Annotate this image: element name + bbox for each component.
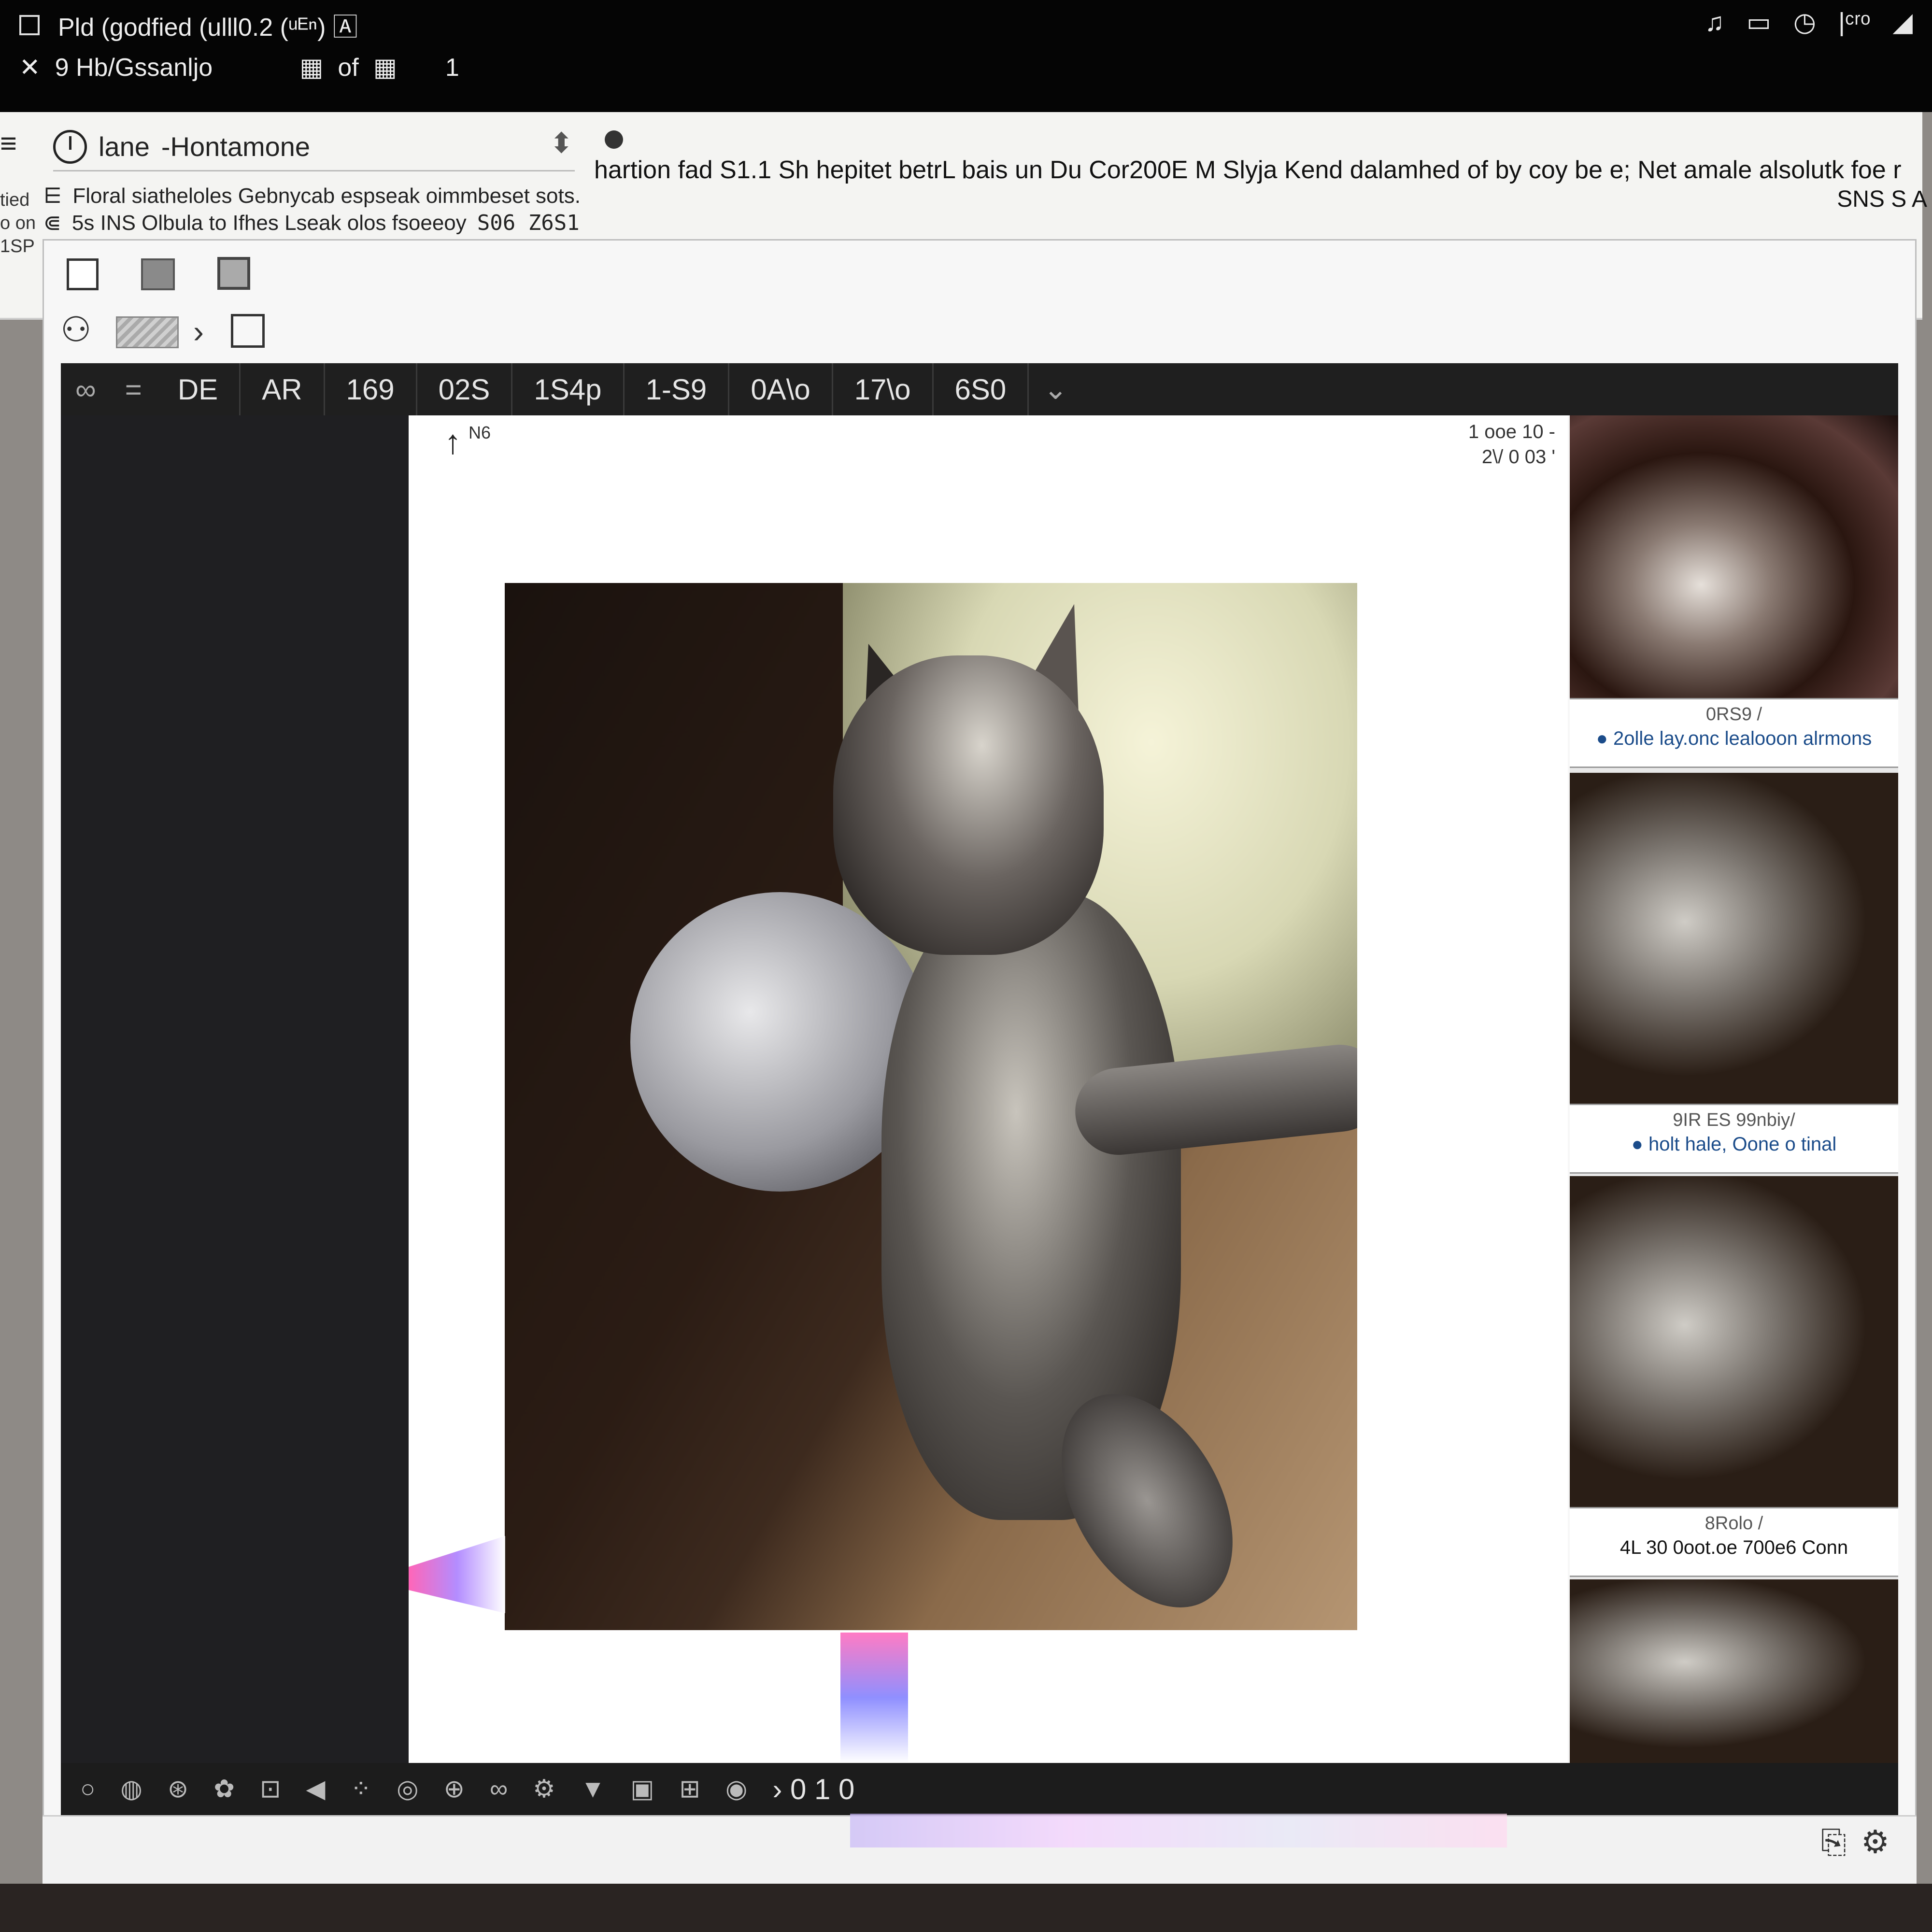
system-top-bar: Pld (godfied (ulll0.2 (ᵘᴱⁿ) 🄰 ✕ 9 Hb/Gss… (0, 0, 1932, 112)
info-icon-2: ⋐ (43, 211, 61, 235)
triangle-down-icon[interactable]: ▼ (581, 1775, 605, 1804)
frame-counter: › 0 1 0 (772, 1773, 855, 1805)
select-tool-icon[interactable] (231, 314, 265, 348)
tab-17lo[interactable]: 17\o (833, 363, 934, 415)
triangle-left-icon[interactable]: ◀ (306, 1775, 326, 1804)
page-indicator: of (338, 54, 359, 82)
bottom-toolbar: ○ ◍ ⊛ ✿ ⊡ ◀ ⁘ ◎ ⊕ ∞ ⚙ ▼ ▣ ⊞ ◉ › 0 1 0 (61, 1763, 1898, 1815)
loop-icon[interactable]: ∞ (490, 1775, 508, 1804)
headline-text: hartion fad S1.1 Sh hepitet betrL bais u… (594, 156, 1902, 184)
status-dot-icon (605, 130, 623, 149)
share-icon[interactable]: ⎘ (1821, 1823, 1847, 1861)
chevron-right-icon[interactable]: › (193, 313, 204, 350)
nodes-icon[interactable]: ⚇ (60, 309, 92, 350)
thumbnail-item[interactable] (1570, 1579, 1898, 1763)
headset-icon[interactable]: ♫ (1705, 7, 1724, 37)
record-icon[interactable]: ◉ (725, 1775, 747, 1804)
window-title: Pld (godfied (ulll0.2 (ᵘᴱⁿ) 🄰 (58, 14, 358, 42)
thumbnail-caption: 9IR ES 99nbiy/ ● holt hale, Oone o tinal (1570, 1104, 1898, 1174)
info-icon: ⋿ (43, 184, 62, 208)
glitch-artifact-2 (840, 1633, 908, 1763)
scroll-toggle-icon[interactable]: ⬍ (550, 127, 573, 159)
headline-tail: SNS S A (1837, 186, 1927, 212)
tab-169[interactable]: 169 (325, 363, 417, 415)
corner-icons: ⎘ ⚙ (1821, 1823, 1889, 1861)
tab-02s[interactable]: 02S (417, 363, 513, 415)
item-count: 1 (445, 54, 459, 82)
globe-icon[interactable]: ◍ (120, 1775, 142, 1804)
signal-icon[interactable]: ◢ (1892, 7, 1913, 37)
desktop-backdrop (0, 1884, 1932, 1932)
wifi-icon[interactable]: |ᶜʳᵒ (1838, 7, 1870, 37)
tab-de[interactable]: DE (156, 363, 241, 415)
grid-dots-icon[interactable]: ⁘ (351, 1775, 372, 1804)
main-photo[interactable] (505, 583, 1357, 1630)
thumbnail-image (1570, 1176, 1898, 1507)
folder-path: 9 Hb/Gssanljo (55, 54, 213, 82)
tab-strip: ∞ = DE AR 169 02S 1S4p 1-S9 0A\o 17\o 6S… (61, 363, 1898, 415)
list-icon[interactable]: = (111, 373, 156, 406)
frame-icon[interactable]: ⊞ (679, 1775, 700, 1804)
location-bar[interactable]: lane -Hontamone (53, 123, 575, 171)
location-label: lane (99, 131, 150, 162)
glitch-artifact-3 (850, 1814, 1507, 1847)
circle-icon[interactable]: ○ (80, 1775, 95, 1804)
location-value: -Hontamone (161, 131, 311, 162)
rect-tool-icon[interactable] (67, 258, 99, 290)
spiral-icon[interactable]: ⊛ (168, 1775, 189, 1804)
tab-1s4p[interactable]: 1S4p (512, 363, 625, 415)
canvas-arrow-label: N6 (469, 423, 491, 442)
thumbnail-item[interactable]: 0RS9 / ● 2olle lay.onc lealooon alrmons (1570, 415, 1898, 768)
window-menu-icon[interactable] (19, 14, 40, 35)
system-tray: ♫ ▭ ◷ |ᶜʳᵒ ◢ (1705, 7, 1913, 37)
info-value: S06 Z6S1 (477, 211, 580, 235)
chevron-down-icon[interactable]: ⌄ (1029, 372, 1082, 406)
link-icon[interactable]: ∞ (61, 373, 111, 406)
thumbnail-image (1570, 415, 1898, 698)
canvas-meta: 1 ooe 10 - 2\/ 0 03 ' (1468, 421, 1555, 468)
thumbnail-item[interactable]: 9IR ES 99nbiy/ ● holt hale, Oone o tinal (1570, 773, 1898, 1174)
thumbnail-image (1570, 1579, 1898, 1763)
tab-6s0[interactable]: 6S0 (934, 363, 1029, 415)
cat-statue-head (833, 655, 1104, 955)
info-lines: ⋿ Floral siatheloles Gebnycab espseak oim… (43, 183, 681, 237)
thumbnail-caption: 0RS9 / ● 2olle lay.onc lealooon alrmons (1570, 698, 1898, 768)
info-line-1: Floral siatheloles Gebnycab espseak oimm… (72, 184, 581, 208)
clock-icon[interactable]: ◷ (1793, 7, 1816, 37)
menu-icon[interactable]: ≡ (0, 127, 17, 160)
thumbnail-image (1570, 773, 1898, 1104)
fill-tool-icon[interactable] (141, 258, 175, 290)
battery-icon[interactable]: ▭ (1747, 7, 1771, 37)
history-icon[interactable] (53, 129, 87, 164)
tab-ar[interactable]: AR (241, 363, 325, 415)
thumbnail-strip: 0RS9 / ● 2olle lay.onc lealooon alrmons … (1570, 415, 1898, 1763)
thumbnail-caption: 8Rolo / 4L 30 0oot.oe 700e6 Conn (1570, 1507, 1898, 1577)
side-clip-text: tied o on 1SP (0, 190, 36, 256)
opacity-slider[interactable] (116, 316, 179, 348)
thumbnail-item[interactable]: 8Rolo / 4L 30 0oot.oe 700e6 Conn (1570, 1176, 1898, 1577)
lock-icon[interactable]: ⊡ (260, 1775, 281, 1804)
layers-panel (61, 415, 409, 1763)
settings-gear-icon[interactable]: ⚙ (1861, 1823, 1889, 1861)
target-icon[interactable]: ◎ (397, 1775, 418, 1804)
tab-1-s9[interactable]: 1-S9 (625, 363, 730, 415)
flower-icon[interactable]: ✿ (213, 1775, 235, 1804)
info-line-2: 5s INS Olbula to Ifhes Lseak olos fsoeeo… (71, 211, 467, 235)
frame-tool-icon[interactable] (217, 257, 250, 290)
settings-icon[interactable]: ⚙ (533, 1775, 555, 1804)
tab-0alo[interactable]: 0A\o (729, 363, 833, 415)
box-icon[interactable]: ▣ (630, 1775, 654, 1804)
grid-icon-2[interactable]: ▦ (373, 53, 397, 82)
arrow-up-icon: ↑ (444, 423, 461, 461)
close-icon[interactable]: ✕ (19, 53, 41, 82)
compass-icon[interactable]: ⊕ (443, 1775, 465, 1804)
grid-icon[interactable]: ▦ (299, 53, 323, 82)
